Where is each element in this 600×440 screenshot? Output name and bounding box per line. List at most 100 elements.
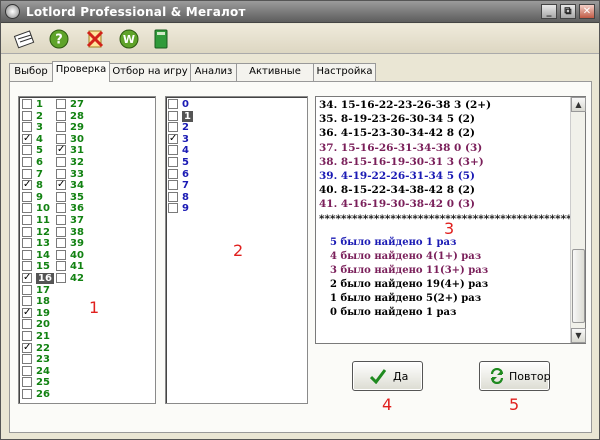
number-label: 39 [70, 238, 84, 250]
number-checkbox[interactable] [56, 157, 66, 167]
number-checkbox[interactable] [56, 110, 66, 121]
number-label: 9 [182, 203, 189, 215]
tab-vybor[interactable]: Выбор [9, 63, 53, 81]
number-checkbox[interactable] [22, 249, 32, 260]
number-checkbox[interactable] [22, 377, 32, 388]
number-label: 28 [70, 110, 84, 122]
number-checkbox[interactable] [22, 145, 32, 156]
number-checkbox[interactable] [56, 168, 66, 179]
number-checkbox[interactable] [22, 365, 32, 376]
number-checkbox[interactable] [56, 273, 66, 283]
help-icon[interactable]: ? [47, 27, 71, 51]
number-checkbox[interactable] [22, 342, 32, 353]
number-checkbox[interactable] [22, 110, 32, 121]
summary-line: 0 было найдено 1 раз [330, 307, 457, 318]
result-line: 34. 15-16-22-23-26-38 3 (2+) [319, 99, 492, 111]
number-label: 4 [182, 145, 189, 157]
number-label: 17 [36, 284, 50, 296]
number-checkbox[interactable] [22, 238, 32, 249]
number-checkbox[interactable] [22, 99, 32, 109]
number-checkbox[interactable] [22, 168, 32, 179]
number-checkbox[interactable] [168, 99, 178, 109]
number-checkbox[interactable] [56, 122, 66, 133]
number-label: 2 [36, 110, 43, 122]
number-checkbox[interactable] [168, 133, 178, 144]
close-button[interactable]: ✕ [579, 4, 595, 19]
number-checkbox[interactable] [56, 249, 66, 260]
yes-button-label: Да [393, 370, 409, 383]
number-label: 5 [182, 157, 189, 168]
number-label: 35 [70, 191, 84, 203]
repeat-button[interactable]: Повтор [479, 361, 551, 391]
number-checkbox[interactable] [22, 319, 32, 330]
number-label: 32 [70, 157, 84, 168]
number-checkbox[interactable] [22, 133, 32, 144]
annotation-3: 3 [444, 219, 455, 238]
number-label: 1 [182, 110, 193, 122]
number-checkbox[interactable] [168, 168, 178, 179]
maximize-button[interactable]: ⧉ [560, 4, 576, 19]
tab-otbor[interactable]: Отбор на игру [109, 63, 191, 81]
number-checkbox[interactable] [56, 191, 66, 202]
number-checkbox[interactable] [56, 133, 66, 144]
book-icon[interactable] [149, 27, 173, 51]
number-checkbox[interactable] [56, 179, 66, 191]
number-checkbox[interactable] [168, 157, 178, 167]
number-checkbox[interactable] [22, 354, 32, 365]
number-checkbox[interactable] [168, 122, 178, 133]
number-checkbox[interactable] [22, 179, 32, 191]
number-checkbox[interactable] [168, 110, 178, 121]
number-label: 26 [36, 389, 50, 400]
tab-proverka[interactable]: Проверка [52, 61, 110, 82]
app-icon[interactable] [5, 4, 20, 19]
number-label: 2 [182, 122, 189, 134]
annotation-2: 2 [233, 241, 244, 260]
number-checkbox[interactable] [22, 157, 32, 167]
number-checkbox[interactable] [56, 203, 66, 214]
number-label: 25 [36, 377, 50, 389]
svg-text:?: ? [55, 33, 63, 48]
close-cross-icon[interactable] [83, 27, 107, 51]
number-checkbox[interactable] [22, 226, 32, 237]
number-checkbox[interactable] [22, 261, 32, 272]
number-checkbox[interactable] [56, 215, 66, 225]
scroll-up-arrow-icon[interactable]: ▲ [571, 97, 586, 112]
number-checkbox[interactable] [56, 99, 66, 109]
number-checkbox[interactable] [22, 307, 32, 318]
number-checkbox[interactable] [22, 191, 32, 202]
number-checkbox[interactable] [22, 331, 32, 341]
number-checkbox[interactable] [22, 272, 32, 283]
tab-analiz[interactable]: Анализ [190, 63, 237, 81]
scroll-thumb[interactable] [572, 249, 585, 323]
number-label: 40 [70, 249, 84, 261]
number-checkbox[interactable] [56, 261, 66, 272]
number-checkbox[interactable] [22, 215, 32, 225]
number-checkbox[interactable] [22, 296, 32, 307]
summary-line: 2 было найдено 19(4+) раз [330, 279, 489, 290]
number-label: 10 [36, 203, 50, 215]
yes-button[interactable]: Да [352, 361, 423, 391]
annotation-1: 1 [89, 298, 100, 317]
number-checkbox[interactable] [168, 203, 178, 214]
number-checkbox[interactable] [168, 180, 178, 191]
number-checkbox[interactable] [22, 203, 32, 214]
number-checkbox[interactable] [56, 226, 66, 237]
minimize-button[interactable]: _ [541, 4, 557, 19]
w-icon[interactable]: W [117, 27, 141, 51]
scroll-down-arrow-icon[interactable]: ▼ [571, 328, 586, 343]
lotto-icon[interactable] [13, 27, 37, 51]
tab-nastroyka[interactable]: Настройка [313, 63, 376, 81]
title-bar[interactable]: Lotlord Professional & Мегалот _ ⧉ ✕ [1, 1, 599, 23]
number-checkbox[interactable] [56, 144, 66, 156]
number-checkbox[interactable] [22, 284, 32, 295]
result-line: 41. 4-16-19-30-38-42 0 (3) [319, 198, 475, 211]
number-checkbox[interactable] [22, 389, 32, 399]
number-checkbox[interactable] [56, 238, 66, 249]
svg-text:W: W [123, 33, 135, 46]
number-checkbox[interactable] [168, 145, 178, 156]
number-checkbox[interactable] [22, 122, 32, 133]
number-label: 16 [36, 273, 54, 284]
tab-aktivnye-zony[interactable]: Активные зоны [236, 63, 314, 93]
results-scrollbar[interactable]: ▲ ▼ [570, 97, 586, 343]
number-checkbox[interactable] [168, 191, 178, 202]
